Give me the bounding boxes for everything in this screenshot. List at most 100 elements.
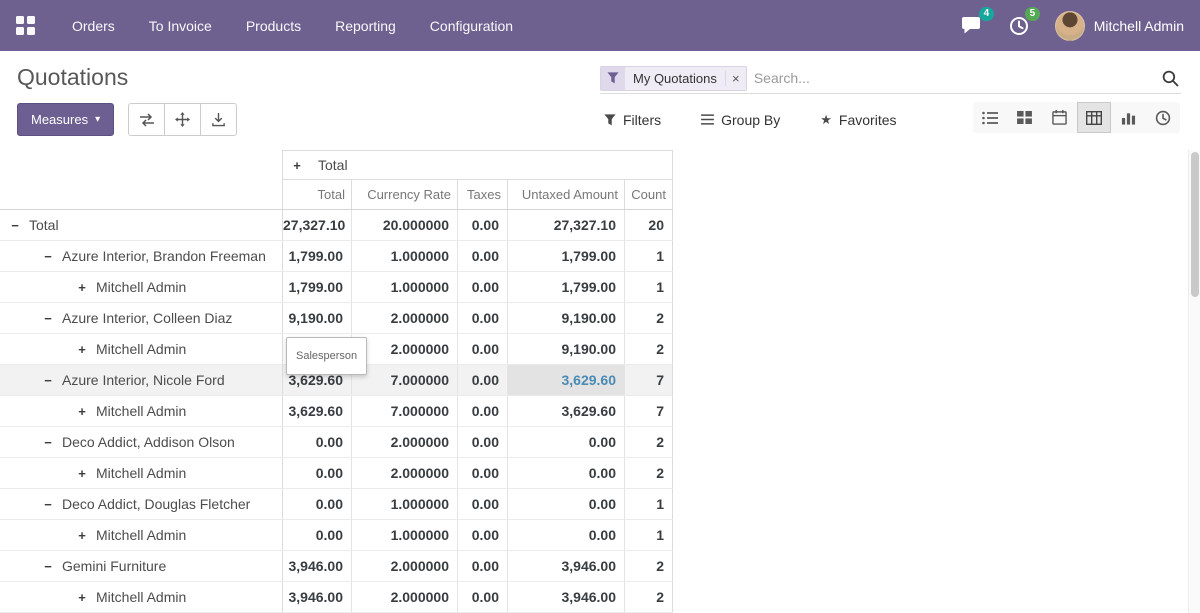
column-header-taxes[interactable]: Taxes [458, 180, 508, 209]
measures-button[interactable]: Measures ▾ [17, 103, 114, 136]
cell-count[interactable]: 1 [625, 272, 673, 302]
cell-untaxed-amount[interactable]: 0.00 [508, 520, 625, 550]
row-toggle-icon[interactable]: − [43, 373, 53, 388]
row-toggle-icon[interactable]: + [77, 466, 87, 481]
cell-currency-rate[interactable]: 2.000000 [352, 458, 458, 488]
row-label-cell[interactable]: − Azure Interior, Nicole Ford [0, 365, 283, 395]
row-label-cell[interactable]: − Deco Addict, Addison Olson [0, 427, 283, 457]
cell-currency-rate[interactable]: 2.000000 [352, 334, 458, 364]
cell-count[interactable]: 1 [625, 241, 673, 271]
cell-total[interactable]: 1,799.00 [283, 241, 352, 271]
cell-total[interactable]: 9,190.00Salesperson [283, 334, 352, 364]
row-label-cell[interactable]: − Total [0, 210, 283, 240]
cell-currency-rate[interactable]: 2.000000 [352, 582, 458, 612]
table-row[interactable]: − Total 27,327.10 20.000000 0.00 27,327.… [0, 210, 673, 241]
cell-taxes[interactable]: 0.00 [458, 396, 508, 426]
row-toggle-icon[interactable]: + [77, 590, 87, 605]
cell-taxes[interactable]: 0.00 [458, 334, 508, 364]
switch-view-calendar[interactable] [1042, 102, 1077, 133]
row-label-cell[interactable]: + Mitchell Admin [0, 458, 283, 488]
search-icon[interactable] [1162, 70, 1181, 87]
cell-currency-rate[interactable]: 2.000000 [352, 551, 458, 581]
activities-button[interactable]: 5 [1009, 16, 1029, 36]
cell-count[interactable]: 2 [625, 551, 673, 581]
cell-count[interactable]: 2 [625, 334, 673, 364]
table-row[interactable]: + Mitchell Admin 1,799.00 1.000000 0.00 … [0, 272, 673, 303]
cell-untaxed-amount[interactable]: 27,327.10 [508, 210, 625, 240]
row-label-cell[interactable]: − Azure Interior, Colleen Diaz [0, 303, 283, 333]
nav-menu-item-orders[interactable]: Orders [55, 0, 132, 51]
cell-total[interactable]: 0.00 [283, 489, 352, 519]
filters-button[interactable]: Filters [604, 112, 661, 128]
table-row[interactable]: + Mitchell Admin 0.00 2.000000 0.00 0.00… [0, 458, 673, 489]
nav-menu-item-reporting[interactable]: Reporting [318, 0, 413, 51]
cell-currency-rate[interactable]: 1.000000 [352, 520, 458, 550]
flip-axis-button[interactable] [128, 103, 165, 136]
cell-currency-rate[interactable]: 7.000000 [352, 396, 458, 426]
cell-count[interactable]: 2 [625, 458, 673, 488]
row-label-cell[interactable]: + Mitchell Admin [0, 396, 283, 426]
scrollbar-thumb[interactable] [1191, 152, 1199, 297]
favorites-button[interactable]: ★ Favorites [820, 112, 896, 128]
cell-currency-rate[interactable]: 2.000000 [352, 303, 458, 333]
vertical-scrollbar[interactable] [1188, 150, 1200, 613]
table-row[interactable]: − Deco Addict, Addison Olson 0.00 2.0000… [0, 427, 673, 458]
search-input[interactable] [754, 70, 1162, 86]
row-toggle-icon[interactable]: − [10, 218, 20, 233]
expand-all-button[interactable] [164, 103, 201, 136]
cell-total[interactable]: 3,946.00 [283, 582, 352, 612]
row-label-cell[interactable]: + Mitchell Admin [0, 334, 283, 364]
cell-taxes[interactable]: 0.00 [458, 365, 508, 395]
row-toggle-icon[interactable]: + [77, 342, 87, 357]
nav-menu-item-products[interactable]: Products [229, 0, 318, 51]
row-label-cell[interactable]: − Gemini Furniture [0, 551, 283, 581]
cell-total[interactable]: 0.00 [283, 427, 352, 457]
cell-total[interactable]: 9,190.00 [283, 303, 352, 333]
cell-total[interactable]: 0.00 [283, 520, 352, 550]
row-label-cell[interactable]: − Azure Interior, Brandon Freeman [0, 241, 283, 271]
table-row[interactable]: + Mitchell Admin 9,190.00Salesperson 2.0… [0, 334, 673, 365]
cell-count[interactable]: 20 [625, 210, 673, 240]
cell-taxes[interactable]: 0.00 [458, 551, 508, 581]
column-header-untaxed[interactable]: Untaxed Amount [508, 180, 625, 209]
column-header-total[interactable]: Total [283, 180, 352, 209]
switch-view-activity[interactable] [1146, 102, 1181, 133]
cell-count[interactable]: 1 [625, 489, 673, 519]
cell-taxes[interactable]: 0.00 [458, 489, 508, 519]
row-toggle-icon[interactable]: + [77, 280, 87, 295]
cell-currency-rate[interactable]: 20.000000 [352, 210, 458, 240]
cell-total[interactable]: 1,799.00 [283, 272, 352, 302]
cell-total[interactable]: 3,946.00 [283, 551, 352, 581]
cell-untaxed-amount[interactable]: 0.00 [508, 458, 625, 488]
row-label-cell[interactable]: + Mitchell Admin [0, 520, 283, 550]
cell-currency-rate[interactable]: 7.000000 [352, 365, 458, 395]
cell-untaxed-amount[interactable]: 3,946.00 [508, 582, 625, 612]
switch-view-graph[interactable] [1111, 102, 1146, 133]
table-row[interactable]: − Azure Interior, Colleen Diaz 9,190.00 … [0, 303, 673, 334]
expand-column-icon[interactable]: + [292, 158, 302, 173]
cell-taxes[interactable]: 0.00 [458, 210, 508, 240]
cell-untaxed-amount[interactable]: 0.00 [508, 427, 625, 457]
table-row[interactable]: − Gemini Furniture 3,946.00 2.000000 0.0… [0, 551, 673, 582]
user-menu[interactable]: Mitchell Admin [1055, 11, 1184, 41]
table-row[interactable]: + Mitchell Admin 0.00 1.000000 0.00 0.00… [0, 520, 673, 551]
row-toggle-icon[interactable]: − [43, 311, 53, 326]
row-label-cell[interactable]: + Mitchell Admin [0, 272, 283, 302]
column-header-rate[interactable]: Currency Rate [352, 180, 458, 209]
row-toggle-icon[interactable]: − [43, 497, 53, 512]
cell-currency-rate[interactable]: 2.000000 [352, 427, 458, 457]
row-toggle-icon[interactable]: + [77, 528, 87, 543]
cell-count[interactable]: 1 [625, 520, 673, 550]
cell-untaxed-amount[interactable]: 0.00 [508, 489, 625, 519]
group-by-button[interactable]: Group By [701, 112, 780, 128]
switch-view-list[interactable] [973, 102, 1008, 133]
cell-taxes[interactable]: 0.00 [458, 303, 508, 333]
cell-untaxed-amount[interactable]: 9,190.00 [508, 303, 625, 333]
cell-taxes[interactable]: 0.00 [458, 241, 508, 271]
cell-taxes[interactable]: 0.00 [458, 272, 508, 302]
cell-currency-rate[interactable]: 1.000000 [352, 489, 458, 519]
cell-total[interactable]: 3,629.60 [283, 396, 352, 426]
cell-count[interactable]: 2 [625, 582, 673, 612]
row-toggle-icon[interactable]: − [43, 435, 53, 450]
switch-view-kanban[interactable] [1008, 102, 1043, 133]
